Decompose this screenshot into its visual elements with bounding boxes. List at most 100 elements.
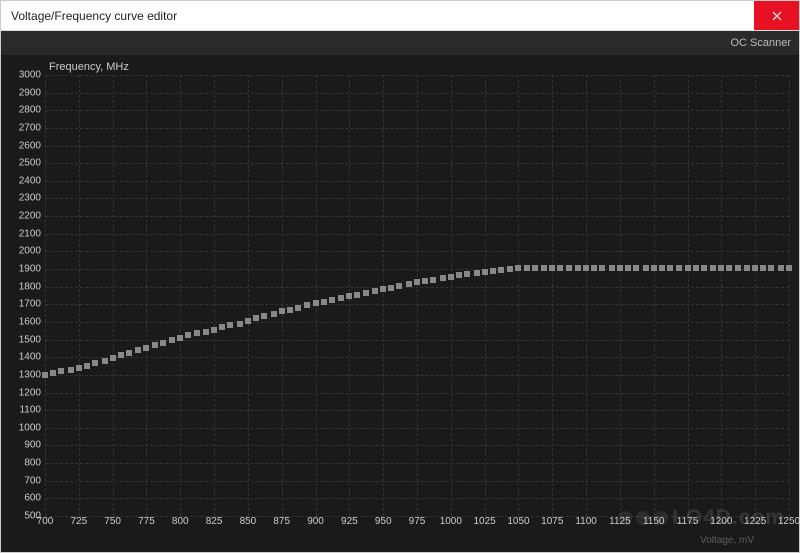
curve-point[interactable] [271, 311, 277, 317]
curve-point[interactable] [549, 265, 555, 271]
curve-point[interactable] [490, 268, 496, 274]
curve-point[interactable] [110, 355, 116, 361]
curve-point[interactable] [295, 305, 301, 311]
curve-point[interactable] [118, 352, 124, 358]
curve-point[interactable] [42, 372, 48, 378]
grid-line-vertical [518, 75, 519, 516]
window-frame: Voltage/Frequency curve editor OC Scanne… [0, 0, 800, 553]
curve-point[interactable] [625, 265, 631, 271]
curve-point[interactable] [219, 324, 225, 330]
curve-point[interactable] [287, 307, 293, 313]
curve-point[interactable] [667, 265, 673, 271]
curve-point[interactable] [126, 350, 132, 356]
curve-point[interactable] [651, 265, 657, 271]
curve-point[interactable] [227, 322, 233, 328]
curve-point[interactable] [599, 265, 605, 271]
curve-point[interactable] [329, 297, 335, 303]
curve-point[interactable] [591, 265, 597, 271]
curve-point[interactable] [414, 279, 420, 285]
curve-point[interactable] [456, 272, 462, 278]
curve-point[interactable] [203, 329, 209, 335]
x-tick-label: 875 [273, 516, 290, 527]
curve-point[interactable] [346, 293, 352, 299]
curve-point[interactable] [448, 274, 454, 280]
curve-point[interactable] [58, 368, 64, 374]
curve-point[interactable] [464, 271, 470, 277]
grid-line-vertical [688, 75, 689, 516]
curve-point[interactable] [693, 265, 699, 271]
curve-point[interactable] [482, 269, 488, 275]
curve-point[interactable] [726, 265, 732, 271]
curve-point[interactable] [84, 363, 90, 369]
curve-point[interactable] [768, 265, 774, 271]
curve-point[interactable] [744, 265, 750, 271]
curve-point[interactable] [380, 286, 386, 292]
curve-point[interactable] [541, 265, 547, 271]
curve-point[interactable] [566, 265, 572, 271]
curve-point[interactable] [363, 290, 369, 296]
y-tick-label: 800 [24, 458, 41, 469]
curve-point[interactable] [279, 308, 285, 314]
curve-point[interactable] [760, 265, 766, 271]
oc-scanner-button[interactable]: OC Scanner [730, 37, 791, 49]
curve-point[interactable] [50, 370, 56, 376]
curve-point[interactable] [430, 277, 436, 283]
curve-point[interactable] [304, 302, 310, 308]
curve-point[interactable] [507, 266, 513, 272]
curve-point[interactable] [160, 340, 166, 346]
curve-point[interactable] [68, 367, 74, 373]
curve-point[interactable] [211, 327, 217, 333]
curve-point[interactable] [617, 265, 623, 271]
curve-point[interactable] [177, 335, 183, 341]
curve-point[interactable] [92, 360, 98, 366]
curve-point[interactable] [388, 285, 394, 291]
curve-point[interactable] [498, 267, 504, 273]
curve-point[interactable] [185, 332, 191, 338]
y-axis: 5006007008009001000110012001300140015001… [1, 75, 45, 516]
curve-point[interactable] [685, 265, 691, 271]
curve-point[interactable] [321, 299, 327, 305]
curve-point[interactable] [76, 365, 82, 371]
curve-point[interactable] [643, 265, 649, 271]
titlebar[interactable]: Voltage/Frequency curve editor [1, 1, 799, 31]
plot-area[interactable] [45, 75, 789, 516]
curve-point[interactable] [261, 313, 267, 319]
curve-point[interactable] [786, 265, 792, 271]
curve-point[interactable] [194, 330, 200, 336]
curve-point[interactable] [718, 265, 724, 271]
curve-point[interactable] [422, 278, 428, 284]
curve-point[interactable] [515, 265, 521, 271]
curve-point[interactable] [143, 345, 149, 351]
curve-point[interactable] [633, 265, 639, 271]
curve-point[interactable] [237, 321, 243, 327]
curve-point[interactable] [710, 265, 716, 271]
curve-point[interactable] [372, 288, 378, 294]
curve-point[interactable] [752, 265, 758, 271]
curve-point[interactable] [524, 265, 530, 271]
curve-point[interactable] [338, 295, 344, 301]
curve-point[interactable] [532, 265, 538, 271]
curve-point[interactable] [609, 265, 615, 271]
curve-point[interactable] [313, 300, 319, 306]
close-button[interactable] [754, 1, 799, 30]
curve-point[interactable] [557, 265, 563, 271]
curve-point[interactable] [152, 342, 158, 348]
curve-point[interactable] [135, 347, 141, 353]
curve-point[interactable] [735, 265, 741, 271]
curve-point[interactable] [102, 358, 108, 364]
curve-point[interactable] [396, 283, 402, 289]
y-tick-label: 2900 [19, 87, 41, 98]
curve-point[interactable] [406, 281, 412, 287]
curve-point[interactable] [676, 265, 682, 271]
curve-point[interactable] [354, 292, 360, 298]
curve-point[interactable] [583, 265, 589, 271]
curve-point[interactable] [169, 337, 175, 343]
curve-point[interactable] [474, 270, 480, 276]
curve-point[interactable] [575, 265, 581, 271]
curve-point[interactable] [245, 318, 251, 324]
curve-point[interactable] [659, 265, 665, 271]
curve-point[interactable] [440, 275, 446, 281]
curve-point[interactable] [778, 265, 784, 271]
curve-point[interactable] [701, 265, 707, 271]
curve-point[interactable] [253, 315, 259, 321]
